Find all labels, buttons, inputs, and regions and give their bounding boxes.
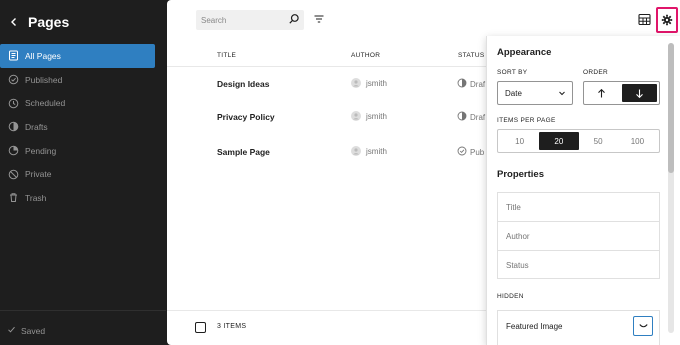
sort-by-select[interactable]: Date: [497, 81, 573, 105]
sidebar-item-label: All Pages: [25, 50, 61, 61]
select-all-checkbox[interactable]: [195, 322, 206, 333]
items-per-page-label: ITEMS PER PAGE: [497, 117, 556, 124]
filter-icon[interactable]: [313, 12, 327, 26]
sidebar-item-scheduled[interactable]: Scheduled: [0, 91, 155, 115]
sidebar-item-trash[interactable]: Trash: [0, 186, 155, 210]
order-toggle-group: [583, 81, 660, 105]
properties-heading: Properties: [497, 169, 544, 180]
sidebar-item-private[interactable]: Private: [0, 162, 155, 186]
sidebar-list: All Pages Published Scheduled Drafts Pen…: [0, 44, 166, 210]
table-layout-icon[interactable]: [638, 13, 652, 27]
page-title-cell[interactable]: Privacy Policy: [217, 112, 275, 122]
scheduled-icon: [7, 97, 19, 109]
scrollbar-thumb[interactable]: [668, 43, 674, 173]
author-name: jsmith: [366, 146, 387, 156]
sidebar-item-label: Pending: [25, 145, 57, 156]
chevron-down-icon: [638, 323, 648, 327]
sidebar-title: Pages: [28, 14, 70, 30]
back-button[interactable]: [4, 12, 24, 32]
page-title-cell[interactable]: Design Ideas: [217, 79, 269, 89]
order-ascending-button[interactable]: [584, 82, 620, 104]
order-label: ORDER: [583, 69, 608, 76]
sort-by-label: SORT BY: [497, 69, 528, 76]
page-title-cell[interactable]: Sample Page: [217, 147, 270, 157]
author-cell: jsmith: [351, 111, 387, 121]
gear-icon: [661, 14, 673, 26]
hidden-properties-list: Featured Image: [497, 310, 660, 345]
drafts-icon: [457, 111, 467, 123]
sidebar-item-label: Drafts: [25, 121, 48, 132]
items-per-page-option-selected[interactable]: 20: [539, 132, 579, 150]
status-label: Draf: [470, 112, 486, 122]
expand-button[interactable]: [633, 316, 653, 336]
status-cell: Pub: [457, 146, 484, 158]
sidebar: Pages All Pages Published Scheduled Draf…: [0, 0, 166, 345]
save-status-label: Saved: [21, 325, 46, 336]
appearance-heading: Appearance: [497, 47, 552, 58]
published-icon: [457, 146, 467, 158]
property-item-title[interactable]: Title: [498, 193, 659, 222]
status-cell: Draf: [457, 78, 485, 90]
property-item-status[interactable]: Status: [498, 251, 659, 280]
status-label: Pub: [470, 147, 485, 157]
arrow-up-icon: [598, 88, 606, 97]
sidebar-item-label: Trash: [25, 192, 47, 203]
sidebar-item-drafts[interactable]: Drafts: [0, 115, 155, 139]
sort-by-value: Date: [505, 88, 522, 98]
avatar: [351, 78, 361, 88]
published-icon: [7, 74, 19, 86]
view-options-button[interactable]: [656, 7, 678, 33]
items-per-page-group: 10 20 50 100: [497, 129, 660, 153]
avatar: [351, 111, 361, 121]
sidebar-item-label: Published: [25, 74, 63, 85]
sidebar-item-all-pages[interactable]: All Pages: [0, 44, 155, 68]
save-status: Saved: [7, 325, 45, 336]
hidden-item-featured-image[interactable]: Featured Image: [506, 322, 562, 331]
chevron-down-icon: [558, 89, 566, 99]
column-header-status[interactable]: STATUS: [458, 52, 484, 59]
sidebar-item-label: Scheduled: [25, 98, 66, 109]
arrow-down-icon: [635, 89, 643, 98]
sidebar-item-pending[interactable]: Pending: [0, 139, 155, 163]
items-per-page-option[interactable]: 10: [500, 132, 539, 150]
sidebar-header: Pages: [0, 0, 166, 44]
author-name: jsmith: [366, 111, 387, 121]
trash-icon: [7, 192, 19, 204]
order-descending-button[interactable]: [621, 84, 657, 102]
sidebar-item-label: Private: [25, 169, 52, 180]
pages-icon: [7, 50, 19, 62]
property-item-author[interactable]: Author: [498, 222, 659, 251]
status-cell: Draf: [457, 111, 485, 123]
status-label: Draf: [470, 79, 486, 89]
column-header-author[interactable]: AUTHOR: [351, 52, 380, 59]
drafts-icon: [7, 121, 19, 133]
popover-scrollbar[interactable]: [668, 43, 674, 333]
author-cell: jsmith: [351, 78, 387, 88]
item-count: 3 ITEMS: [217, 323, 247, 330]
sidebar-divider: [0, 310, 166, 311]
app-window: Pages All Pages Published Scheduled Draf…: [0, 0, 680, 345]
author-cell: jsmith: [351, 146, 387, 156]
drafts-icon: [457, 78, 467, 90]
column-header-title[interactable]: TITLE: [217, 52, 236, 59]
avatar: [351, 146, 361, 156]
search-placeholder: Search: [201, 15, 227, 25]
view-options-popover: Appearance SORT BY ORDER Date ITEMS PER …: [486, 36, 680, 345]
chevron-left-icon: [11, 18, 16, 26]
items-per-page-option[interactable]: 50: [579, 132, 618, 150]
search-icon[interactable]: [288, 12, 302, 26]
hidden-label: HIDDEN: [497, 293, 524, 300]
items-per-page-option[interactable]: 100: [618, 132, 657, 150]
author-name: jsmith: [366, 78, 387, 88]
properties-list: Title Author Status: [497, 192, 660, 279]
check-icon: [7, 325, 16, 336]
sidebar-item-published[interactable]: Published: [0, 68, 155, 92]
private-icon: [7, 168, 19, 180]
pending-icon: [7, 145, 19, 157]
